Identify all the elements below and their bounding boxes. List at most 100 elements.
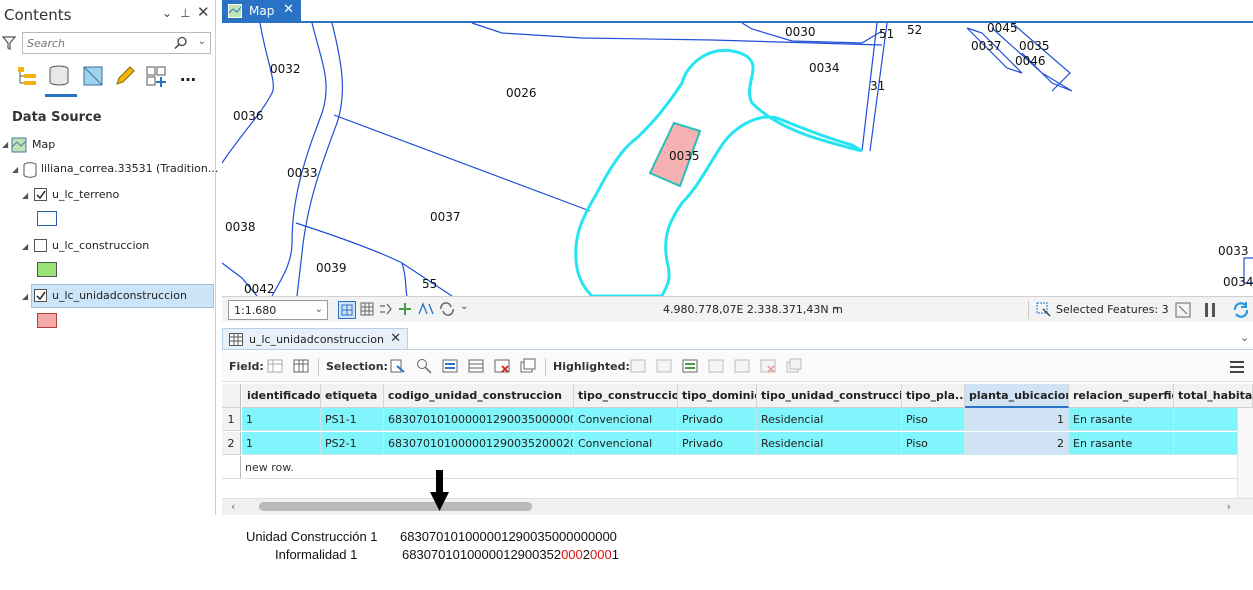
chevron-down-icon[interactable]: ⌄ — [315, 304, 323, 315]
unhighlight-icon[interactable] — [734, 358, 750, 374]
pan-to-highlighted-icon[interactable] — [656, 358, 672, 374]
chevron-down-icon[interactable]: ⌄ — [198, 36, 206, 47]
layer-visibility-checkbox[interactable] — [34, 239, 47, 252]
layer-item-terreno[interactable]: u_lc_terreno — [52, 184, 119, 206]
add-grid-icon[interactable] — [398, 302, 412, 316]
tree-item-map[interactable]: Map — [32, 134, 55, 156]
table-cell[interactable]: 683070101000001290035200020001 — [384, 432, 574, 455]
close-icon[interactable]: ✕ — [283, 2, 294, 17]
selected-features-count[interactable]: Selected Features: 3 — [1056, 303, 1169, 316]
collapse-icon[interactable]: ◢ — [22, 242, 28, 251]
list-by-selection-icon[interactable] — [80, 64, 106, 88]
column-header[interactable]: tipo_dominio — [678, 384, 757, 408]
list-by-snapping-icon[interactable] — [144, 64, 170, 88]
filter-icon[interactable] — [2, 36, 16, 50]
fixed-scale-icon[interactable] — [338, 301, 356, 319]
layer-visibility-checkbox[interactable] — [34, 289, 47, 302]
snapping-icon[interactable] — [379, 302, 395, 316]
table-cell[interactable]: 1 — [965, 408, 1069, 431]
scroll-right-icon[interactable]: › — [1227, 500, 1231, 513]
scale-selector[interactable]: 1:1.680 ⌄ — [228, 300, 328, 320]
collapse-icon[interactable]: ◢ — [22, 191, 28, 200]
table-cell[interactable]: En rasante — [1069, 432, 1174, 455]
table-cell[interactable]: PS2-1 — [321, 432, 384, 455]
delete-selected-icon[interactable] — [494, 358, 510, 374]
table-cell[interactable]: Privado — [678, 408, 757, 431]
scroll-left-icon[interactable]: ‹ — [231, 500, 235, 513]
pause-drawing-icon[interactable] — [1203, 302, 1217, 318]
layer-item-unidadconstruccion[interactable]: u_lc_unidadconstruccion — [52, 285, 187, 307]
row-number[interactable]: 2 — [222, 432, 241, 455]
zoom-to-selection-icon[interactable] — [416, 358, 432, 374]
switch-highlighted-icon[interactable] — [682, 358, 698, 374]
copy-selected-icon[interactable] — [520, 358, 536, 374]
search-input[interactable] — [23, 33, 163, 53]
refresh-features-icon[interactable] — [438, 302, 456, 316]
add-field-icon[interactable] — [267, 358, 283, 374]
table-cell[interactable]: Piso — [902, 432, 965, 455]
select-highlighted-icon[interactable] — [708, 358, 724, 374]
contents-title: Contents — [4, 6, 72, 24]
select-features-icon[interactable] — [1036, 302, 1052, 318]
table-cell[interactable]: Convencional — [574, 408, 678, 431]
pin-icon[interactable]: ⊥ — [180, 6, 190, 20]
tab-map[interactable]: Map ✕ — [222, 0, 301, 22]
table-cell[interactable]: 1 — [242, 432, 321, 455]
close-icon[interactable]: ✕ — [390, 331, 401, 346]
zoom-to-highlighted-icon[interactable] — [630, 358, 646, 374]
calculate-field-icon[interactable] — [293, 358, 309, 374]
chevron-down-icon[interactable]: ⌄ — [832, 301, 840, 312]
more-options-icon[interactable]: … — [180, 66, 196, 85]
list-by-drawing-order-icon[interactable] — [14, 64, 40, 88]
chevron-down-icon[interactable]: ⌄ — [460, 301, 468, 312]
row-number[interactable]: 1 — [222, 408, 241, 431]
grid-icon[interactable] — [360, 302, 374, 316]
column-header[interactable]: etiqueta — [321, 384, 384, 408]
layer-item-construccion[interactable]: u_lc_construccion — [52, 235, 149, 257]
column-header[interactable]: relacion_superficie — [1069, 384, 1174, 408]
collapse-icon[interactable]: ◢ — [12, 165, 18, 174]
menu-icon[interactable] — [1229, 359, 1245, 375]
refresh-icon[interactable] — [1231, 300, 1251, 320]
map-view[interactable]: 0030 51 52 0045 0037 0035 0046 0032 0034… — [222, 23, 1253, 296]
tree-item-data-source[interactable]: liliana_correa.33531 (Tradition... — [41, 158, 218, 180]
zoom-to-selection-icon[interactable] — [1175, 302, 1191, 318]
collapse-icon[interactable]: ◢ — [2, 140, 8, 149]
chevron-down-icon[interactable]: ⌄ — [1240, 331, 1249, 344]
table-cell[interactable]: 1 — [242, 408, 321, 431]
list-by-editing-icon[interactable] — [112, 64, 138, 88]
table-cell[interactable]: Privado — [678, 432, 757, 455]
horizontal-scrollbar[interactable]: ‹ › — [222, 498, 1253, 515]
select-by-attributes-icon[interactable] — [390, 358, 406, 374]
close-icon[interactable]: ✕ — [197, 3, 210, 21]
column-header[interactable]: tipo_unidad_construccion — [757, 384, 902, 408]
delete-highlighted-icon[interactable] — [760, 358, 776, 374]
switch-selection-icon[interactable] — [442, 358, 458, 374]
table-cell[interactable]: Residencial — [757, 432, 902, 455]
table-cell[interactable]: En rasante — [1069, 408, 1174, 431]
copy-highlighted-icon[interactable] — [786, 358, 802, 374]
chevron-down-icon[interactable]: ⌄ — [162, 6, 172, 20]
list-by-data-source-icon[interactable] — [46, 64, 72, 88]
table-cell[interactable]: PS1-1 — [321, 408, 384, 431]
table-cell[interactable]: 683070101000001290035000000000 — [384, 408, 574, 431]
column-header[interactable]: codigo_unidad_construccion — [384, 384, 574, 408]
collapse-icon[interactable]: ◢ — [22, 292, 28, 301]
table-cell[interactable]: Convencional — [574, 432, 678, 455]
column-header[interactable]: total_habita — [1174, 384, 1253, 408]
new-row[interactable]: new row. — [245, 456, 1253, 479]
column-header[interactable]: tipo_pla... — [902, 384, 965, 408]
search-icon[interactable] — [174, 36, 188, 50]
constraints-icon[interactable] — [417, 302, 435, 316]
table-cell[interactable]: Piso — [902, 408, 965, 431]
table-cell[interactable]: Residencial — [757, 408, 902, 431]
scrollbar-thumb[interactable] — [259, 502, 532, 511]
column-header[interactable]: planta_ubicacion — [965, 384, 1069, 408]
layer-visibility-checkbox[interactable] — [34, 188, 47, 201]
vertical-scrollbar[interactable] — [1237, 408, 1253, 498]
tab-attribute-table[interactable]: u_lc_unidadconstruccion ✕ — [222, 328, 408, 350]
column-header[interactable]: tipo_construccion — [574, 384, 678, 408]
clear-selection-icon[interactable] — [468, 358, 484, 374]
column-header[interactable]: identificador — [243, 384, 321, 408]
table-cell[interactable]: 2 — [965, 432, 1069, 455]
